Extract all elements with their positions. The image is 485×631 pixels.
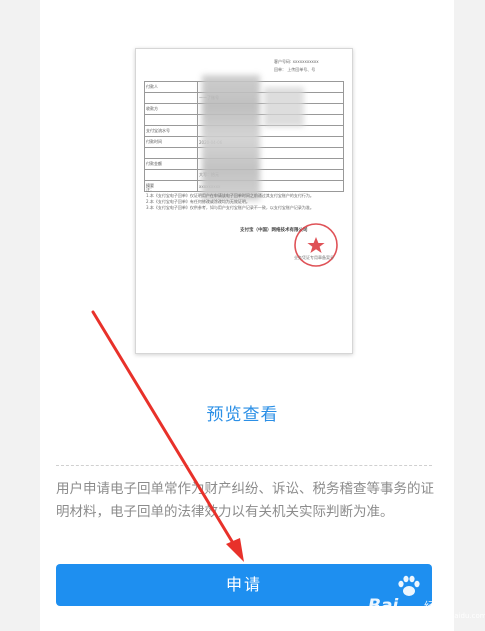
doc-notes: 注： 1.本《支付宝电子回单》仅证明用户在申请该电子回单时间之前通过其支付宝账户… — [146, 187, 336, 211]
watermark-url: jingyan.baidu.com — [422, 612, 485, 620]
preview-link[interactable]: 预览查看 — [0, 400, 485, 425]
doc-row-label: 付款时间 — [144, 136, 198, 148]
doc-row-label — [144, 169, 198, 181]
watermark-brand: Bai — [368, 596, 399, 616]
doc-row-label: 支付宝流水号 — [144, 125, 198, 137]
redaction-blur — [202, 75, 260, 201]
doc-row-label — [144, 147, 198, 159]
red-seal-icon — [294, 223, 338, 267]
doc-row-label: 收款方 — [144, 103, 198, 115]
receipt-preview-thumbnail[interactable]: 客户号码: xxxxxxxxxxx 回单： 上传回单号、号 付款人——了账号收款… — [135, 48, 353, 354]
doc-customer-line: 客户号码: xxxxxxxxxxx — [274, 59, 319, 64]
baidu-paw-icon — [398, 575, 420, 596]
description-text: 用户申请电子回单常作为财产纠纷、诉讼、税务稽查等事务的证明材料，电子回单的法律效… — [56, 481, 434, 520]
doc-row-label — [144, 114, 198, 126]
doc-row-label: 付款人 — [144, 81, 198, 93]
doc-receipt-line: 回单： 上传回单号、号 — [274, 67, 316, 72]
doc-note: 3.本《支付宝电子回单》仅供参考，如与用户支付宝账户记录不一致，以支付宝账户记录… — [146, 205, 314, 210]
redaction-blur-2 — [264, 87, 304, 127]
doc-row-label: 付款金额 — [144, 158, 198, 170]
baidu-jingyan-watermark: Bai 经验 jingyan.baidu.com — [366, 574, 485, 624]
doc-row-label — [144, 92, 198, 104]
doc-seal-note: 业务凭证专用章备案号 — [294, 255, 334, 260]
dashed-divider — [56, 465, 432, 466]
